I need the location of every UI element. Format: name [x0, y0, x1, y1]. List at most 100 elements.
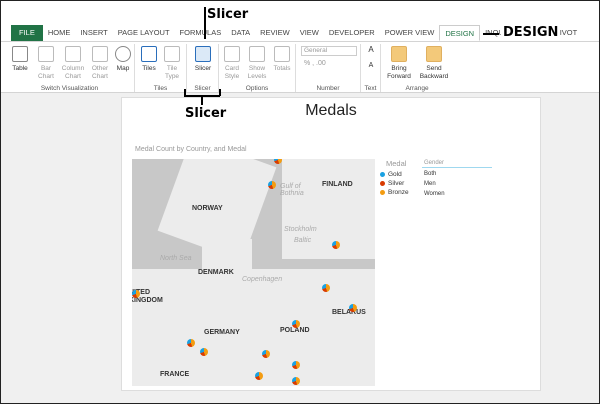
bar-chart-icon	[38, 46, 54, 62]
column-chart-icon	[65, 46, 81, 62]
table-button[interactable]: Table	[11, 46, 29, 73]
legend-item-gold: Gold	[380, 170, 409, 179]
map-visualization[interactable]: NORWAY FINLAND DENMARK GERMANY POLAND BE…	[132, 159, 375, 386]
annotation-bracket	[184, 89, 186, 96]
map-land	[282, 159, 375, 259]
medal-pie-marker[interactable]	[332, 241, 340, 249]
group-number: General % , .00 Number	[296, 44, 361, 92]
tile-type-icon	[164, 46, 180, 62]
map-label: North Sea	[160, 255, 192, 262]
annotation-arrow	[204, 7, 206, 39]
medal-pie-marker[interactable]	[187, 339, 195, 347]
medal-pie-marker[interactable]	[292, 361, 300, 369]
slicer-item-women[interactable]: Women	[422, 190, 492, 200]
legend-item-bronze: Bronze	[380, 188, 409, 197]
map-legend: Medal Gold Silver Bronze	[380, 159, 409, 197]
medal-pie-marker[interactable]	[274, 159, 282, 164]
map-label: DENMARK	[198, 269, 234, 276]
tab-home[interactable]: HOME	[43, 25, 76, 41]
tile-type-button[interactable]: Tile Type	[162, 46, 182, 81]
bronze-dot-icon	[380, 190, 385, 195]
bring-forward-icon	[391, 46, 407, 62]
number-format-symbols[interactable]: % , .00	[304, 60, 326, 67]
medal-pie-marker[interactable]	[132, 290, 140, 298]
group-text: A A Text	[361, 44, 381, 92]
tab-developer[interactable]: DEVELOPER	[324, 25, 380, 41]
legend-title: Medal	[386, 159, 407, 168]
map-title: Medal Count by Country, and Medal	[135, 146, 247, 153]
medal-pie-marker[interactable]	[255, 372, 263, 380]
map-label: POLAND	[280, 327, 310, 334]
slicer-icon	[195, 46, 211, 62]
card-style-button[interactable]: Card Style	[221, 46, 243, 81]
medal-pie-marker[interactable]	[292, 320, 300, 328]
map-label: FINLAND	[322, 181, 353, 188]
tab-view[interactable]: VIEW	[295, 25, 324, 41]
decrease-font-button[interactable]: A	[365, 62, 377, 70]
tiles-button[interactable]: Tiles	[139, 46, 159, 73]
medal-pie-marker[interactable]	[292, 377, 300, 385]
slicer-item-both[interactable]: Both	[422, 170, 492, 180]
map-label: NORWAY	[192, 205, 223, 212]
show-levels-icon	[249, 46, 265, 62]
tab-formulas[interactable]: FORMULAS	[175, 25, 227, 41]
group-arrange: Bring Forward Send Backward Arrange	[381, 44, 453, 92]
tab-data[interactable]: DATA	[226, 25, 255, 41]
tab-review[interactable]: REVIEW	[255, 25, 295, 41]
totals-icon	[274, 46, 290, 62]
medal-pie-marker[interactable]	[349, 304, 357, 312]
medal-pie-marker[interactable]	[262, 350, 270, 358]
show-levels-button[interactable]: Show Levels	[245, 46, 269, 81]
slicer-header: Gender	[422, 159, 492, 168]
number-format-select[interactable]: General	[301, 46, 357, 56]
group-label: Text	[364, 85, 377, 92]
send-backward-icon	[426, 46, 442, 62]
slicer-item-men[interactable]: Men	[422, 180, 492, 190]
card-style-icon	[224, 46, 240, 62]
group-switch-visualization: Table Bar Chart Column Chart Other Chart…	[5, 44, 135, 92]
column-chart-button[interactable]: Column Chart	[60, 46, 86, 81]
map-label: Stockholm	[284, 226, 317, 233]
annotation-slicer-bottom: Slicer	[185, 106, 227, 121]
medal-pie-marker[interactable]	[200, 348, 208, 356]
map-label: GERMANY	[204, 329, 240, 336]
tab-page-layout[interactable]: PAGE LAYOUT	[113, 25, 175, 41]
ribbon: Table Bar Chart Column Chart Other Chart…	[1, 41, 599, 93]
tab-insert[interactable]: INSERT	[75, 25, 112, 41]
send-backward-button[interactable]: Send Backward	[417, 46, 451, 81]
table-icon	[12, 46, 28, 62]
group-label: Slicer	[194, 85, 211, 92]
medal-pie-marker[interactable]	[322, 284, 330, 292]
group-label: Options	[245, 85, 269, 92]
legend-item-silver: Silver	[380, 179, 409, 188]
map-button[interactable]: Map	[113, 46, 133, 73]
annotation-arrow	[483, 33, 499, 35]
totals-button[interactable]: Totals	[271, 46, 293, 73]
gender-slicer[interactable]: Gender Both Men Women	[422, 159, 492, 215]
annotation-bracket	[201, 95, 203, 105]
group-slicer: Slicer Slicer	[187, 44, 219, 92]
globe-icon	[115, 46, 131, 62]
map-label: Gulf of Bothnia	[280, 183, 304, 197]
group-label: Arrange	[405, 85, 429, 92]
annotation-slicer-top: Slicer	[207, 7, 249, 22]
line-chart-icon	[92, 46, 108, 62]
annotation-design: DESIGN	[501, 25, 561, 40]
tab-design[interactable]: DESIGN	[439, 25, 481, 41]
group-label: Number	[316, 85, 340, 92]
map-label: Copenhagen	[242, 276, 283, 283]
gold-dot-icon	[380, 172, 385, 177]
increase-font-button[interactable]: A	[365, 46, 377, 54]
bring-forward-button[interactable]: Bring Forward	[383, 46, 415, 81]
slicer-button[interactable]: Slicer	[192, 46, 214, 73]
silver-dot-icon	[380, 181, 385, 186]
tab-file[interactable]: FILE	[11, 25, 43, 41]
bar-chart-button[interactable]: Bar Chart	[35, 46, 57, 81]
group-options: Card Style Show Levels Totals Options	[219, 44, 296, 92]
tiles-icon	[141, 46, 157, 62]
annotation-bracket	[219, 89, 221, 96]
map-land	[132, 269, 375, 386]
tab-power-view[interactable]: POWER VIEW	[380, 25, 440, 41]
other-chart-button[interactable]: Other Chart	[89, 46, 111, 81]
medal-pie-marker[interactable]	[268, 181, 276, 189]
